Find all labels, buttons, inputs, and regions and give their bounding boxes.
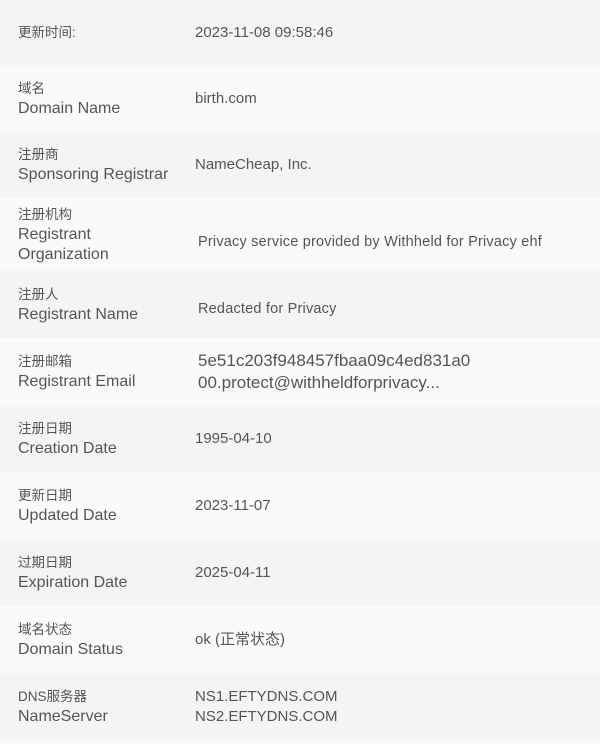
value-line: 2023-11-08 09:58:46 <box>195 23 334 41</box>
label-zh: DNS服务器 <box>18 688 88 704</box>
label-en: Creation Date <box>18 439 117 457</box>
field-value: 1995-04-10 <box>195 429 272 449</box>
field-label: DNS服务器 NameServer <box>0 687 195 727</box>
field-value: Redacted for Privacy <box>195 299 337 319</box>
row-registrar: 注册商 Sponsoring Registrar NameCheap, Inc. <box>0 132 600 198</box>
row-registrant-name: 注册人 Registrant Name Redacted for Privacy <box>0 271 600 338</box>
field-value: 2023-11-07 <box>195 496 271 516</box>
field-label: 注册机构 Registrant Organization <box>0 205 195 265</box>
label-en: Updated Date <box>18 506 117 524</box>
field-value: NS1.EFTYDNS.COM NS2.EFTYDNS.COM <box>195 687 338 727</box>
row-expiration-date: 过期日期 Expiration Date 2025-04-11 <box>0 539 600 606</box>
value-line: ok (正常状态) <box>195 630 286 648</box>
value-line: Redacted for Privacy <box>198 300 337 317</box>
label-zh: 过期日期 <box>18 554 72 570</box>
row-registrant-organization: 注册机构 Registrant Organization Privacy serv… <box>0 198 600 271</box>
row-creation-date: 注册日期 Creation Date 1995-04-10 <box>0 405 600 472</box>
label-zh: 更新日期 <box>18 487 72 503</box>
field-value: 2025-04-11 <box>195 563 271 583</box>
label-zh: 注册人 <box>18 286 59 302</box>
value-line: NameCheap, Inc. <box>195 156 312 173</box>
value-line: 00.protect@withheldforprivacy... <box>198 372 440 392</box>
field-label: 注册人 Registrant Name <box>0 285 195 325</box>
value-line: NS1.EFTYDNS.COM <box>195 687 338 705</box>
row-registrant-email: 注册邮箱 Registrant Email 5e51c203f948457fbaa… <box>0 338 600 405</box>
field-label: 注册日期 Creation Date <box>0 419 195 459</box>
value-line: 1995-04-10 <box>195 429 272 447</box>
value-line: Privacy service provided by Withheld for… <box>198 233 543 250</box>
label-en: Expiration Date <box>18 573 128 591</box>
field-label: 过期日期 Expiration Date <box>0 553 195 593</box>
field-value: Privacy service provided by Withheld for… <box>195 232 542 252</box>
field-label: 域名 Domain Name <box>0 79 195 119</box>
field-value: ok (正常状态) <box>195 630 285 650</box>
row-nameserver: DNS服务器 NameServer NS1.EFTYDNS.COM NS2.EFTY… <box>0 673 600 740</box>
row-domain-name: 域名 Domain Name birth.com <box>0 65 600 132</box>
field-label: 注册商 Sponsoring Registrar <box>0 145 195 185</box>
label-zh: 域名状态 <box>18 621 72 637</box>
label-zh: 域名 <box>18 80 45 96</box>
label-en: Registrant Email <box>18 372 136 390</box>
label-zh: 注册邮箱 <box>18 353 72 369</box>
field-value: birth.com <box>195 89 257 109</box>
row-updated-date: 更新日期 Updated Date 2023-11-07 <box>0 472 600 539</box>
field-label: 域名状态 Domain Status <box>0 620 195 660</box>
label-en: Domain Status <box>18 640 123 658</box>
label-en: Registrant Organization <box>18 225 109 263</box>
label-zh: 注册商 <box>18 147 59 162</box>
label-en: Registrant Name <box>18 305 139 323</box>
label-zh: 注册日期 <box>18 420 72 436</box>
value-line: 2025-04-11 <box>195 563 271 581</box>
field-value: 5e51c203f948457fbaa09c4ed831a0 00.protect… <box>195 350 470 394</box>
value-line: 5e51c203f948457fbaa09c4ed831a0 <box>198 350 471 370</box>
label-zh: 注册机构 <box>18 206 72 222</box>
whois-table: 更新时间: 2023-11-08 09:58:46 域名 Domain Name … <box>0 0 600 740</box>
row-domain-status: 域名状态 Domain Status ok (正常状态) <box>0 606 600 673</box>
field-label: 更新时间: <box>0 23 195 43</box>
field-label: 注册邮箱 Registrant Email <box>0 352 195 392</box>
label-en: NameServer <box>18 707 108 725</box>
row-update-time: 更新时间: 2023-11-08 09:58:46 <box>0 0 600 65</box>
label-en: Domain Name <box>18 99 121 117</box>
label-en: Sponsoring Registrar <box>18 166 169 183</box>
value-line: 2023-11-07 <box>195 496 271 514</box>
field-value: 2023-11-08 09:58:46 <box>195 23 333 43</box>
label-zh: 更新时间: <box>18 24 76 40</box>
value-line: NS2.EFTYDNS.COM <box>195 707 338 725</box>
field-value: NameCheap, Inc. <box>195 155 312 175</box>
field-label: 更新日期 Updated Date <box>0 486 195 526</box>
value-line: birth.com <box>195 89 257 107</box>
